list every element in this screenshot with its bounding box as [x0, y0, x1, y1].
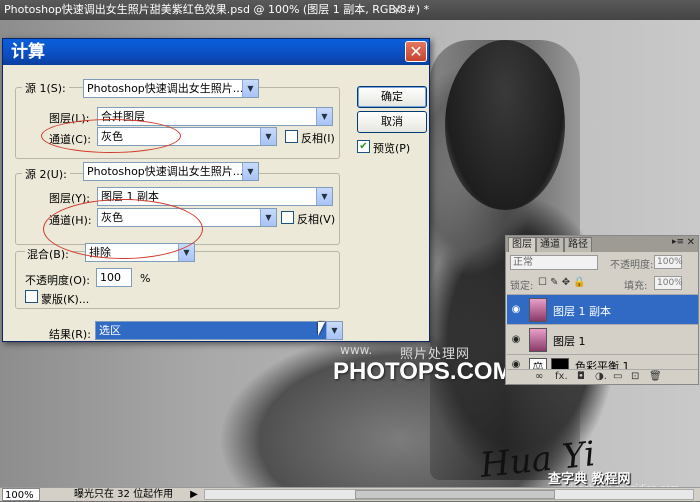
annotation-circle-channel2: [43, 199, 203, 259]
mouse-cursor: [318, 322, 325, 336]
zoom-input[interactable]: 100%: [2, 488, 40, 501]
new-layer-icon[interactable]: ⊡: [631, 370, 639, 383]
eye-icon[interactable]: ◉: [510, 304, 522, 316]
layer-opacity-label: 不透明度:: [610, 260, 654, 271]
source1-select[interactable]: Photoshop快速调出女生照片... ▼: [83, 79, 259, 98]
layer-row[interactable]: ◉ 图层 1 副本: [507, 294, 698, 324]
status-bar: 100% 曝光只在 32 位起作用 ▶: [0, 487, 700, 501]
chevron-down-icon: ▼: [316, 108, 332, 125]
close-icon[interactable]: ✕: [687, 237, 695, 248]
chevron-down-icon: ▼: [242, 80, 258, 97]
cancel-button[interactable]: 取消: [357, 111, 427, 133]
opacity-label: 不透明度(O):: [25, 274, 90, 287]
source2-label: 源 2(U):: [22, 166, 70, 182]
source2-select[interactable]: Photoshop快速调出女生照片... ▼: [83, 162, 259, 181]
fill-label: 填充:: [624, 281, 648, 292]
tab-paths[interactable]: 路径: [564, 237, 592, 252]
chevron-down-icon: ▼: [242, 163, 258, 180]
ok-button[interactable]: 确定: [357, 86, 427, 108]
opacity-unit: %: [140, 272, 151, 285]
layers-panel-footer: ∞ fx. ◘ ◑. ▭ ⊡ 🗑: [507, 369, 698, 383]
layers-panel-header: 图层 通道 路径 ▸≡ ✕: [506, 236, 698, 252]
dialog-title: 计算: [3, 39, 429, 65]
lock-label: 锁定:: [510, 281, 534, 292]
source1-label: 源 1(S):: [22, 80, 69, 96]
mask-label: 蒙版(K)...: [41, 293, 90, 306]
tab-channels[interactable]: 通道: [536, 237, 564, 252]
layers-panel: 图层 通道 路径 ▸≡ ✕ 正常 不透明度: 100% 锁定: ☐ ✎ ✥ 🔒 …: [505, 235, 699, 385]
chevron-down-icon: ▼: [260, 209, 276, 226]
layer-opacity-input[interactable]: 100%: [654, 255, 683, 269]
status-arrow-icon[interactable]: ▶: [188, 488, 200, 501]
lock-icons[interactable]: ☐ ✎ ✥ 🔒: [538, 277, 586, 288]
source2-invert-checkbox[interactable]: [281, 211, 294, 224]
mask-icon[interactable]: ◘: [577, 370, 585, 383]
source2-invert-label: 反相(V): [297, 213, 336, 226]
layer-thumbnail: [529, 298, 547, 322]
preview-checkbox[interactable]: ✔: [357, 140, 370, 153]
chevron-down-icon: ▼: [260, 128, 276, 145]
document-title-bar: Photoshop快速调出女生照片甜美紫红色效果.psd @ 100% (图层 …: [0, 0, 700, 20]
fx-icon[interactable]: fx.: [555, 370, 568, 383]
layer-row[interactable]: ◉ 图层 1: [507, 324, 698, 354]
opacity-input[interactable]: 100: [96, 268, 132, 287]
tab-layers[interactable]: 图层: [508, 237, 536, 252]
layer-name: 图层 1 副本: [553, 305, 611, 318]
calculations-dialog: 计算 ✕ 源 1(S): Photoshop快速调出女生照片... ▼ 图层(L…: [2, 38, 430, 342]
layer-thumbnail: [529, 328, 547, 352]
chevron-down-icon: ▼: [316, 188, 332, 205]
document-title: Photoshop快速调出女生照片甜美紫红色效果.psd @ 100% (图层 …: [4, 3, 430, 16]
annotation-circle-channel1: [41, 119, 181, 153]
scrollbar-thumb[interactable]: [355, 490, 555, 499]
source1-invert-checkbox[interactable]: [285, 130, 298, 143]
horizontal-scrollbar[interactable]: [204, 489, 694, 500]
eye-icon[interactable]: ◉: [510, 334, 522, 346]
link-icon[interactable]: ∞: [535, 370, 543, 383]
mask-checkbox[interactable]: [25, 290, 38, 303]
fill-input[interactable]: 100%: [654, 276, 683, 290]
dialog-close-button[interactable]: ✕: [405, 41, 427, 62]
chevron-down-icon: ▼: [326, 322, 342, 339]
result-select[interactable]: 选区 ▼: [95, 321, 343, 340]
photo-hair: [445, 40, 565, 210]
preview-label: 预览(P): [373, 142, 411, 155]
layer-name: 图层 1: [553, 335, 586, 348]
watermark-url: www.: [340, 343, 373, 357]
panel-menu-icon[interactable]: ▸≡: [672, 237, 684, 247]
document-close-icon[interactable]: ✕: [390, 3, 404, 17]
folder-icon[interactable]: ▭: [613, 370, 622, 383]
status-info: 曝光只在 32 位起作用: [74, 489, 174, 500]
adjustment-icon[interactable]: ◑.: [595, 370, 607, 383]
blend-mode-select[interactable]: 正常: [510, 255, 598, 270]
source1-invert-label: 反相(I): [301, 132, 335, 145]
trash-icon[interactable]: 🗑: [649, 370, 662, 383]
result-label: 结果(R):: [49, 328, 91, 341]
watermark-brand: PHOTOPS.COM: [333, 358, 513, 385]
